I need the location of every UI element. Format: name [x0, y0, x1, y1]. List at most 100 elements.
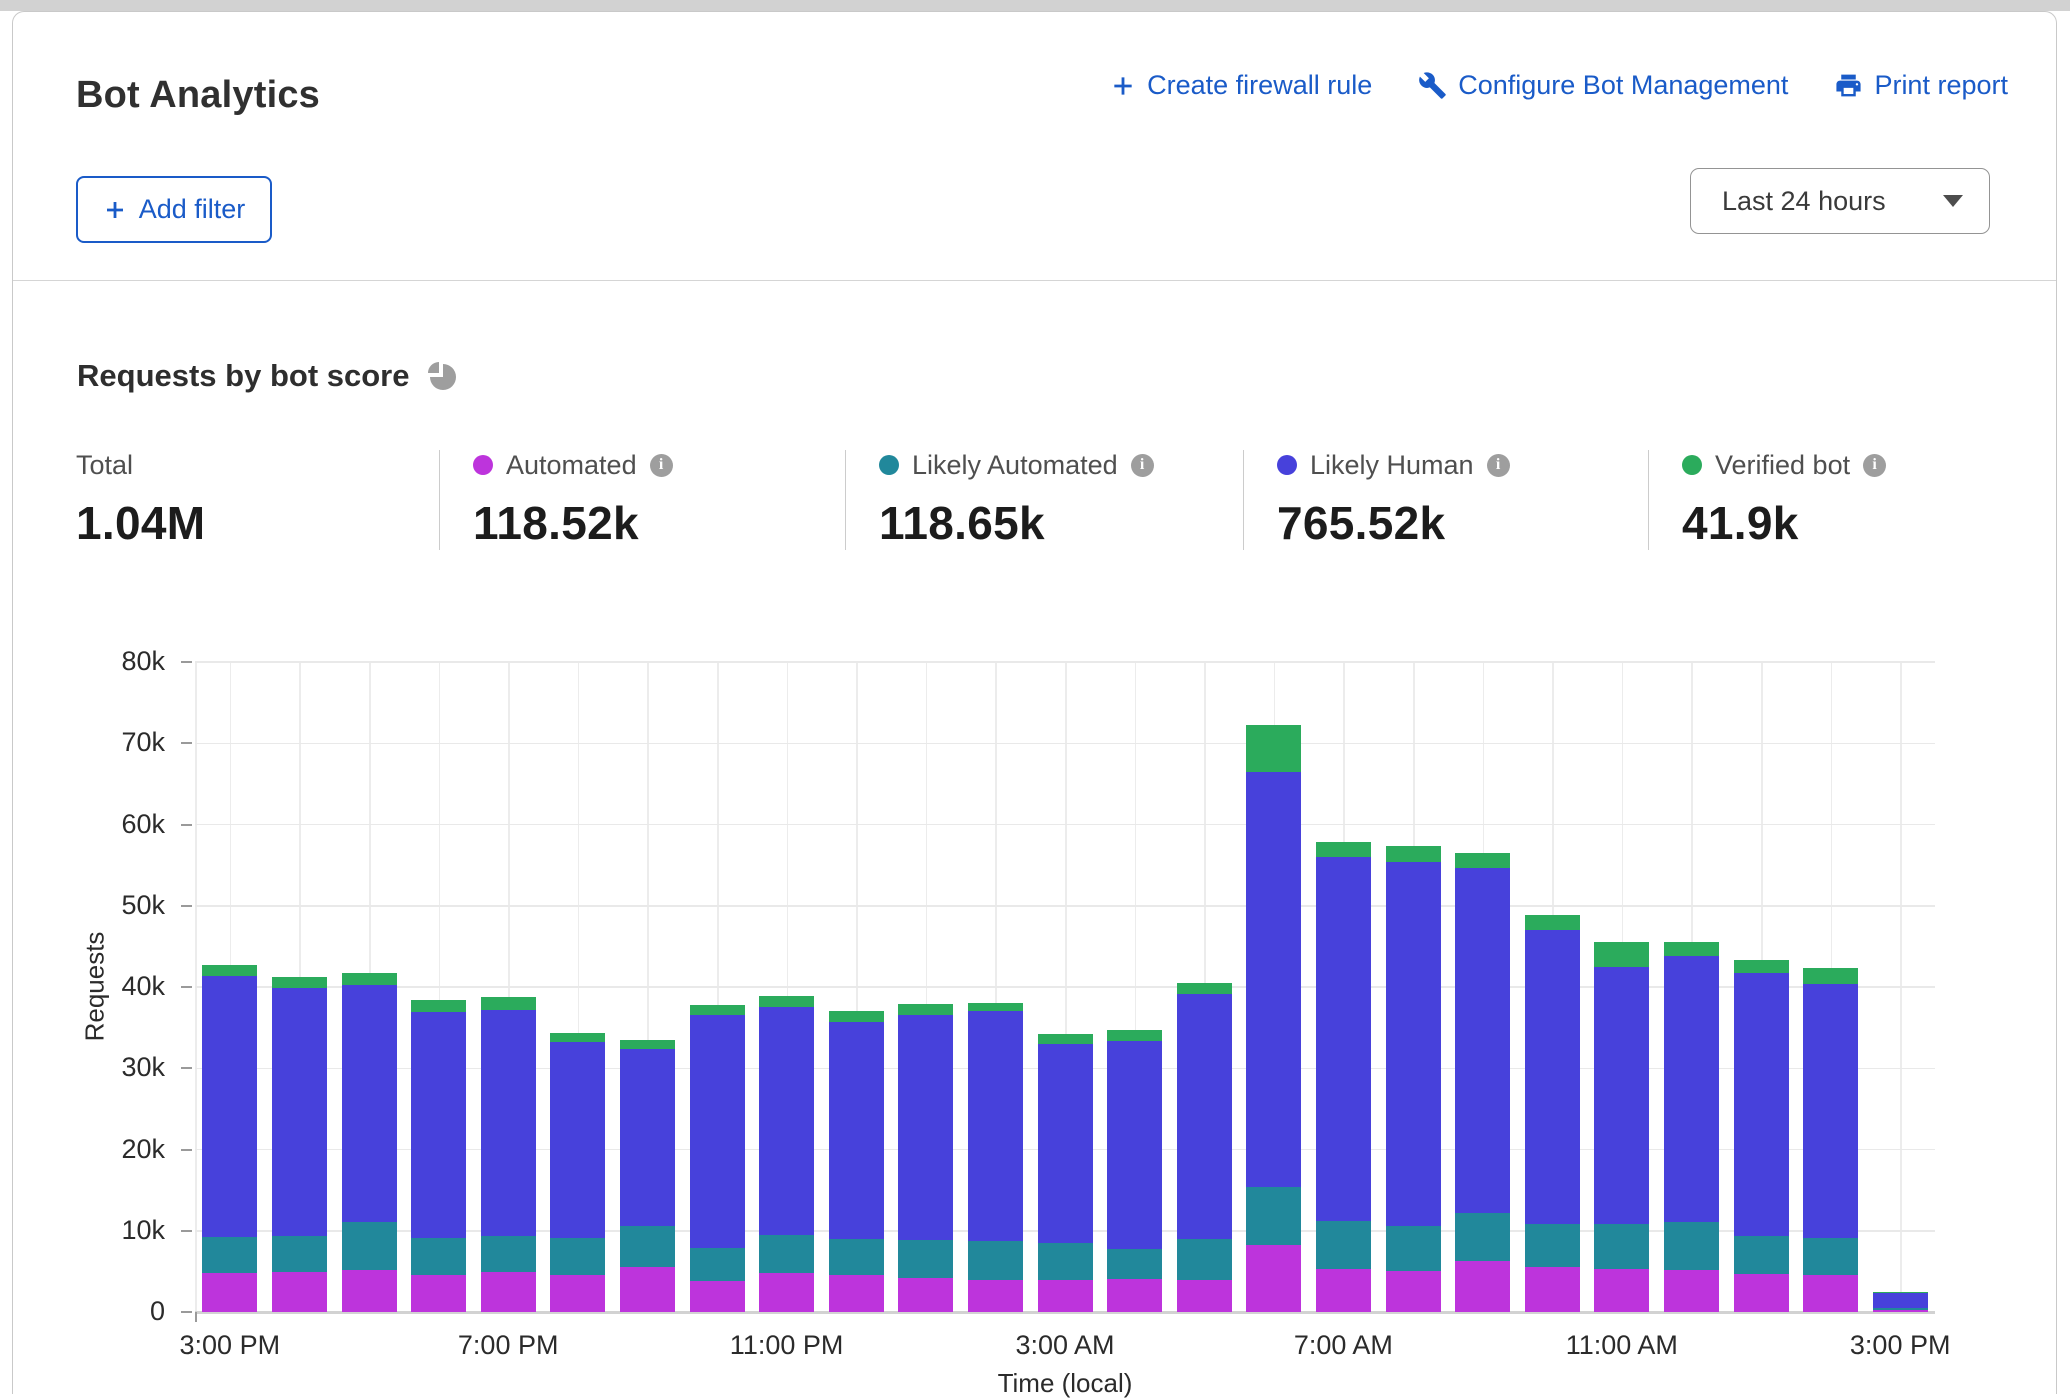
bar-segment-verified-bot[interactable]: [1177, 983, 1232, 994]
bar-segment-likely-automated[interactable]: [481, 1236, 536, 1273]
bar-segment-likely-human[interactable]: [1803, 984, 1858, 1238]
bar-segment-verified-bot[interactable]: [968, 1003, 1023, 1011]
info-icon[interactable]: i: [1863, 454, 1886, 477]
bar-segment-automated[interactable]: [1386, 1271, 1441, 1312]
bar-segment-verified-bot[interactable]: [898, 1004, 953, 1015]
bar-segment-automated[interactable]: [829, 1275, 884, 1312]
bar-segment-likely-human[interactable]: [759, 1007, 814, 1235]
bar-segment-likely-human[interactable]: [1107, 1041, 1162, 1249]
bar-segment-likely-automated[interactable]: [759, 1235, 814, 1273]
bar-segment-verified-bot[interactable]: [829, 1011, 884, 1022]
bar-segment-verified-bot[interactable]: [1246, 725, 1301, 772]
bar-segment-verified-bot[interactable]: [1038, 1034, 1093, 1044]
bar-segment-automated[interactable]: [690, 1281, 745, 1312]
bar-segment-automated[interactable]: [1455, 1261, 1510, 1312]
bar-segment-likely-human[interactable]: [968, 1011, 1023, 1241]
stat-automated[interactable]: Automated i 118.52k: [439, 450, 845, 550]
bar-segment-verified-bot[interactable]: [1386, 846, 1441, 861]
bar-segment-automated[interactable]: [1803, 1275, 1858, 1312]
bar-segment-likely-human[interactable]: [1455, 868, 1510, 1213]
bar-segment-automated[interactable]: [411, 1275, 466, 1312]
bar-segment-likely-human[interactable]: [481, 1010, 536, 1236]
bar-segment-likely-human[interactable]: [1525, 930, 1580, 1224]
bar-segment-likely-automated[interactable]: [1525, 1224, 1580, 1266]
bar-segment-likely-automated[interactable]: [690, 1248, 745, 1281]
bar-segment-verified-bot[interactable]: [1107, 1030, 1162, 1041]
bar-segment-likely-automated[interactable]: [272, 1236, 327, 1272]
bar-segment-likely-automated[interactable]: [411, 1238, 466, 1275]
bar-segment-likely-human[interactable]: [1177, 994, 1232, 1239]
bar-segment-likely-human[interactable]: [1316, 857, 1371, 1221]
bar-segment-verified-bot[interactable]: [690, 1005, 745, 1016]
bar-segment-likely-automated[interactable]: [968, 1241, 1023, 1279]
bar-segment-verified-bot[interactable]: [481, 997, 536, 1010]
bar-segment-likely-human[interactable]: [898, 1015, 953, 1240]
bar-segment-likely-human[interactable]: [1664, 956, 1719, 1222]
bar-segment-verified-bot[interactable]: [1734, 960, 1789, 973]
bar-segment-verified-bot[interactable]: [1455, 853, 1510, 868]
bar-segment-likely-human[interactable]: [550, 1042, 605, 1238]
print-report-link[interactable]: Print report: [1834, 70, 2008, 101]
bar-segment-automated[interactable]: [550, 1275, 605, 1312]
bar-segment-likely-automated[interactable]: [829, 1239, 884, 1276]
bar-segment-verified-bot[interactable]: [1316, 842, 1371, 857]
bar-segment-likely-automated[interactable]: [1873, 1308, 1928, 1310]
info-icon[interactable]: i: [1487, 454, 1510, 477]
bar-segment-likely-automated[interactable]: [898, 1240, 953, 1278]
bar-segment-verified-bot[interactable]: [550, 1033, 605, 1042]
bar-segment-likely-human[interactable]: [1038, 1044, 1093, 1243]
stat-likely-automated[interactable]: Likely Automated i 118.65k: [845, 450, 1243, 550]
bar-segment-verified-bot[interactable]: [1594, 942, 1649, 966]
bar-segment-likely-automated[interactable]: [1177, 1239, 1232, 1280]
bar-segment-likely-automated[interactable]: [1734, 1236, 1789, 1273]
bar-segment-automated[interactable]: [1316, 1269, 1371, 1312]
bar-segment-automated[interactable]: [1594, 1269, 1649, 1312]
bar-segment-likely-automated[interactable]: [620, 1226, 675, 1267]
bar-segment-automated[interactable]: [1038, 1280, 1093, 1313]
bar-segment-automated[interactable]: [272, 1272, 327, 1312]
bar-segment-likely-automated[interactable]: [1246, 1187, 1301, 1245]
bar-segment-likely-human[interactable]: [1246, 772, 1301, 1187]
bar-segment-verified-bot[interactable]: [1664, 942, 1719, 957]
bar-segment-likely-automated[interactable]: [1386, 1226, 1441, 1271]
bar-segment-likely-human[interactable]: [411, 1012, 466, 1238]
configure-bot-management-link[interactable]: Configure Bot Management: [1418, 70, 1788, 101]
bar-segment-likely-automated[interactable]: [1803, 1238, 1858, 1275]
create-firewall-rule-link[interactable]: Create firewall rule: [1110, 70, 1372, 101]
bar-segment-verified-bot[interactable]: [1525, 915, 1580, 930]
bar-segment-likely-automated[interactable]: [342, 1222, 397, 1270]
bar-segment-likely-human[interactable]: [829, 1022, 884, 1239]
bar-segment-verified-bot[interactable]: [272, 977, 327, 988]
stat-verified-bot[interactable]: Verified bot i 41.9k: [1648, 450, 2048, 550]
bar-segment-likely-automated[interactable]: [1664, 1222, 1719, 1270]
bar-segment-automated[interactable]: [968, 1280, 1023, 1313]
bar-segment-verified-bot[interactable]: [1873, 1292, 1928, 1293]
bar-segment-verified-bot[interactable]: [342, 973, 397, 985]
bar-segment-automated[interactable]: [1525, 1267, 1580, 1313]
bar-segment-likely-automated[interactable]: [550, 1238, 605, 1275]
bar-segment-likely-automated[interactable]: [1038, 1243, 1093, 1280]
bar-segment-likely-human[interactable]: [690, 1015, 745, 1247]
info-icon[interactable]: i: [650, 454, 673, 477]
bar-segment-likely-automated[interactable]: [1594, 1224, 1649, 1269]
bar-segment-automated[interactable]: [202, 1273, 257, 1312]
bar-segment-likely-human[interactable]: [620, 1049, 675, 1226]
bar-segment-automated[interactable]: [1873, 1310, 1928, 1312]
bar-segment-automated[interactable]: [759, 1273, 814, 1312]
bar-segment-likely-automated[interactable]: [1107, 1249, 1162, 1278]
info-icon[interactable]: i: [1131, 454, 1154, 477]
bar-segment-likely-human[interactable]: [1873, 1293, 1928, 1308]
bar-segment-likely-human[interactable]: [1734, 973, 1789, 1236]
bar-segment-likely-human[interactable]: [342, 985, 397, 1221]
bar-segment-verified-bot[interactable]: [759, 996, 814, 1007]
bar-segment-automated[interactable]: [620, 1267, 675, 1312]
bar-segment-likely-human[interactable]: [202, 976, 257, 1237]
stat-likely-human[interactable]: Likely Human i 765.52k: [1243, 450, 1648, 550]
bar-segment-likely-automated[interactable]: [1316, 1221, 1371, 1269]
bar-segment-likely-automated[interactable]: [202, 1237, 257, 1273]
bar-segment-automated[interactable]: [1107, 1279, 1162, 1312]
add-filter-button[interactable]: Add filter: [76, 176, 272, 243]
bar-segment-automated[interactable]: [898, 1278, 953, 1312]
bar-segment-automated[interactable]: [342, 1270, 397, 1312]
bar-segment-automated[interactable]: [1664, 1270, 1719, 1312]
